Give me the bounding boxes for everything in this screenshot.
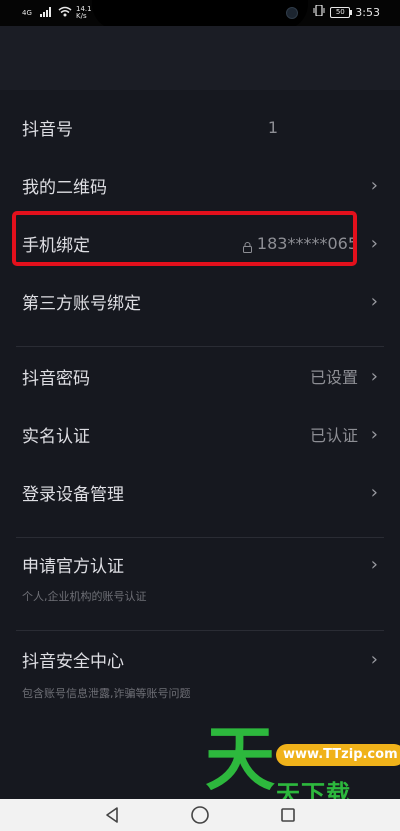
battery-icon: 50 [330,6,353,18]
home-icon[interactable] [189,804,211,826]
status-bar: 4G 14.1 K/s 50 3:53 [0,0,400,30]
network-type: 4G [22,8,32,17]
row-label: 登录设备管理 [22,484,124,505]
row-douyin-id[interactable]: 抖音号 1 [0,98,400,156]
watermark-logo: 天 [205,718,275,800]
row-phone-binding[interactable]: 手机绑定 183*****065 › [0,214,400,272]
chevron-right-icon: › [370,232,378,254]
safety-subtitle: 包含账号信息泄露,诈骗等账号问题 [22,687,191,700]
row-label: 实名认证 [22,426,90,447]
navigation-bar [0,799,400,831]
row-real-name[interactable]: 实名认证 已认证 › [0,405,400,463]
douyin-id-value: 1 [267,117,278,137]
header-bar [0,26,400,90]
row-label: 手机绑定 [22,235,90,256]
chevron-right-icon: › [370,423,378,445]
row-safety-center[interactable]: 抖音安全中心 › [0,631,400,687]
lock-icon [242,238,252,253]
settings-list: 抖音号 1 我的二维码 › 手机绑定 183*****065 › 第三方账号绑定… [0,98,400,711]
row-label: 抖音安全中心 [22,651,124,672]
watermark-url: www.TTzip.com [276,744,400,766]
wifi-icon [58,6,72,20]
chevron-right-icon: › [370,174,378,196]
status-left: 4G 14.1 K/s [22,6,92,20]
chevron-right-icon: › [370,290,378,312]
chevron-right-icon: › [370,553,378,575]
net-speed: 14.1 K/s [76,6,92,20]
status-right: 50 3:53 [313,4,380,19]
row-qr-code[interactable]: 我的二维码 › [0,156,400,214]
screen: 4G 14.1 K/s 50 3:53 抖音号 1 我的二维码 › 手机绑定 1… [0,0,400,831]
official-subtitle: 个人,企业机构的账号认证 [22,590,147,603]
row-label: 申请官方认证 [22,556,124,577]
chevron-right-icon: › [370,481,378,503]
row-label: 我的二维码 [22,177,107,198]
row-third-party-binding[interactable]: 第三方账号绑定 › [0,272,400,330]
row-official-verification[interactable]: 申请官方认证 › [0,538,400,590]
row-label: 第三方账号绑定 [22,293,141,314]
net-speed-unit: K/s [76,12,87,20]
back-icon[interactable] [101,804,123,826]
signal-icon [40,6,54,20]
row-device-management[interactable]: 登录设备管理 › [0,463,400,521]
chevron-right-icon: › [370,365,378,387]
clock: 3:53 [355,5,380,19]
camera-icon [286,7,298,19]
phone-value: 183*****065 [242,233,358,253]
phone-number: 183*****065 [256,233,358,253]
vibrate-icon [313,4,325,19]
row-douyin-password[interactable]: 抖音密码 已设置 › [0,347,400,405]
row-label: 抖音号 [22,119,73,140]
password-status: 已设置 [309,368,358,387]
recents-icon[interactable] [277,804,299,826]
real-name-status: 已认证 [309,426,358,445]
chevron-right-icon: › [370,648,378,670]
row-label: 抖音密码 [22,368,90,389]
